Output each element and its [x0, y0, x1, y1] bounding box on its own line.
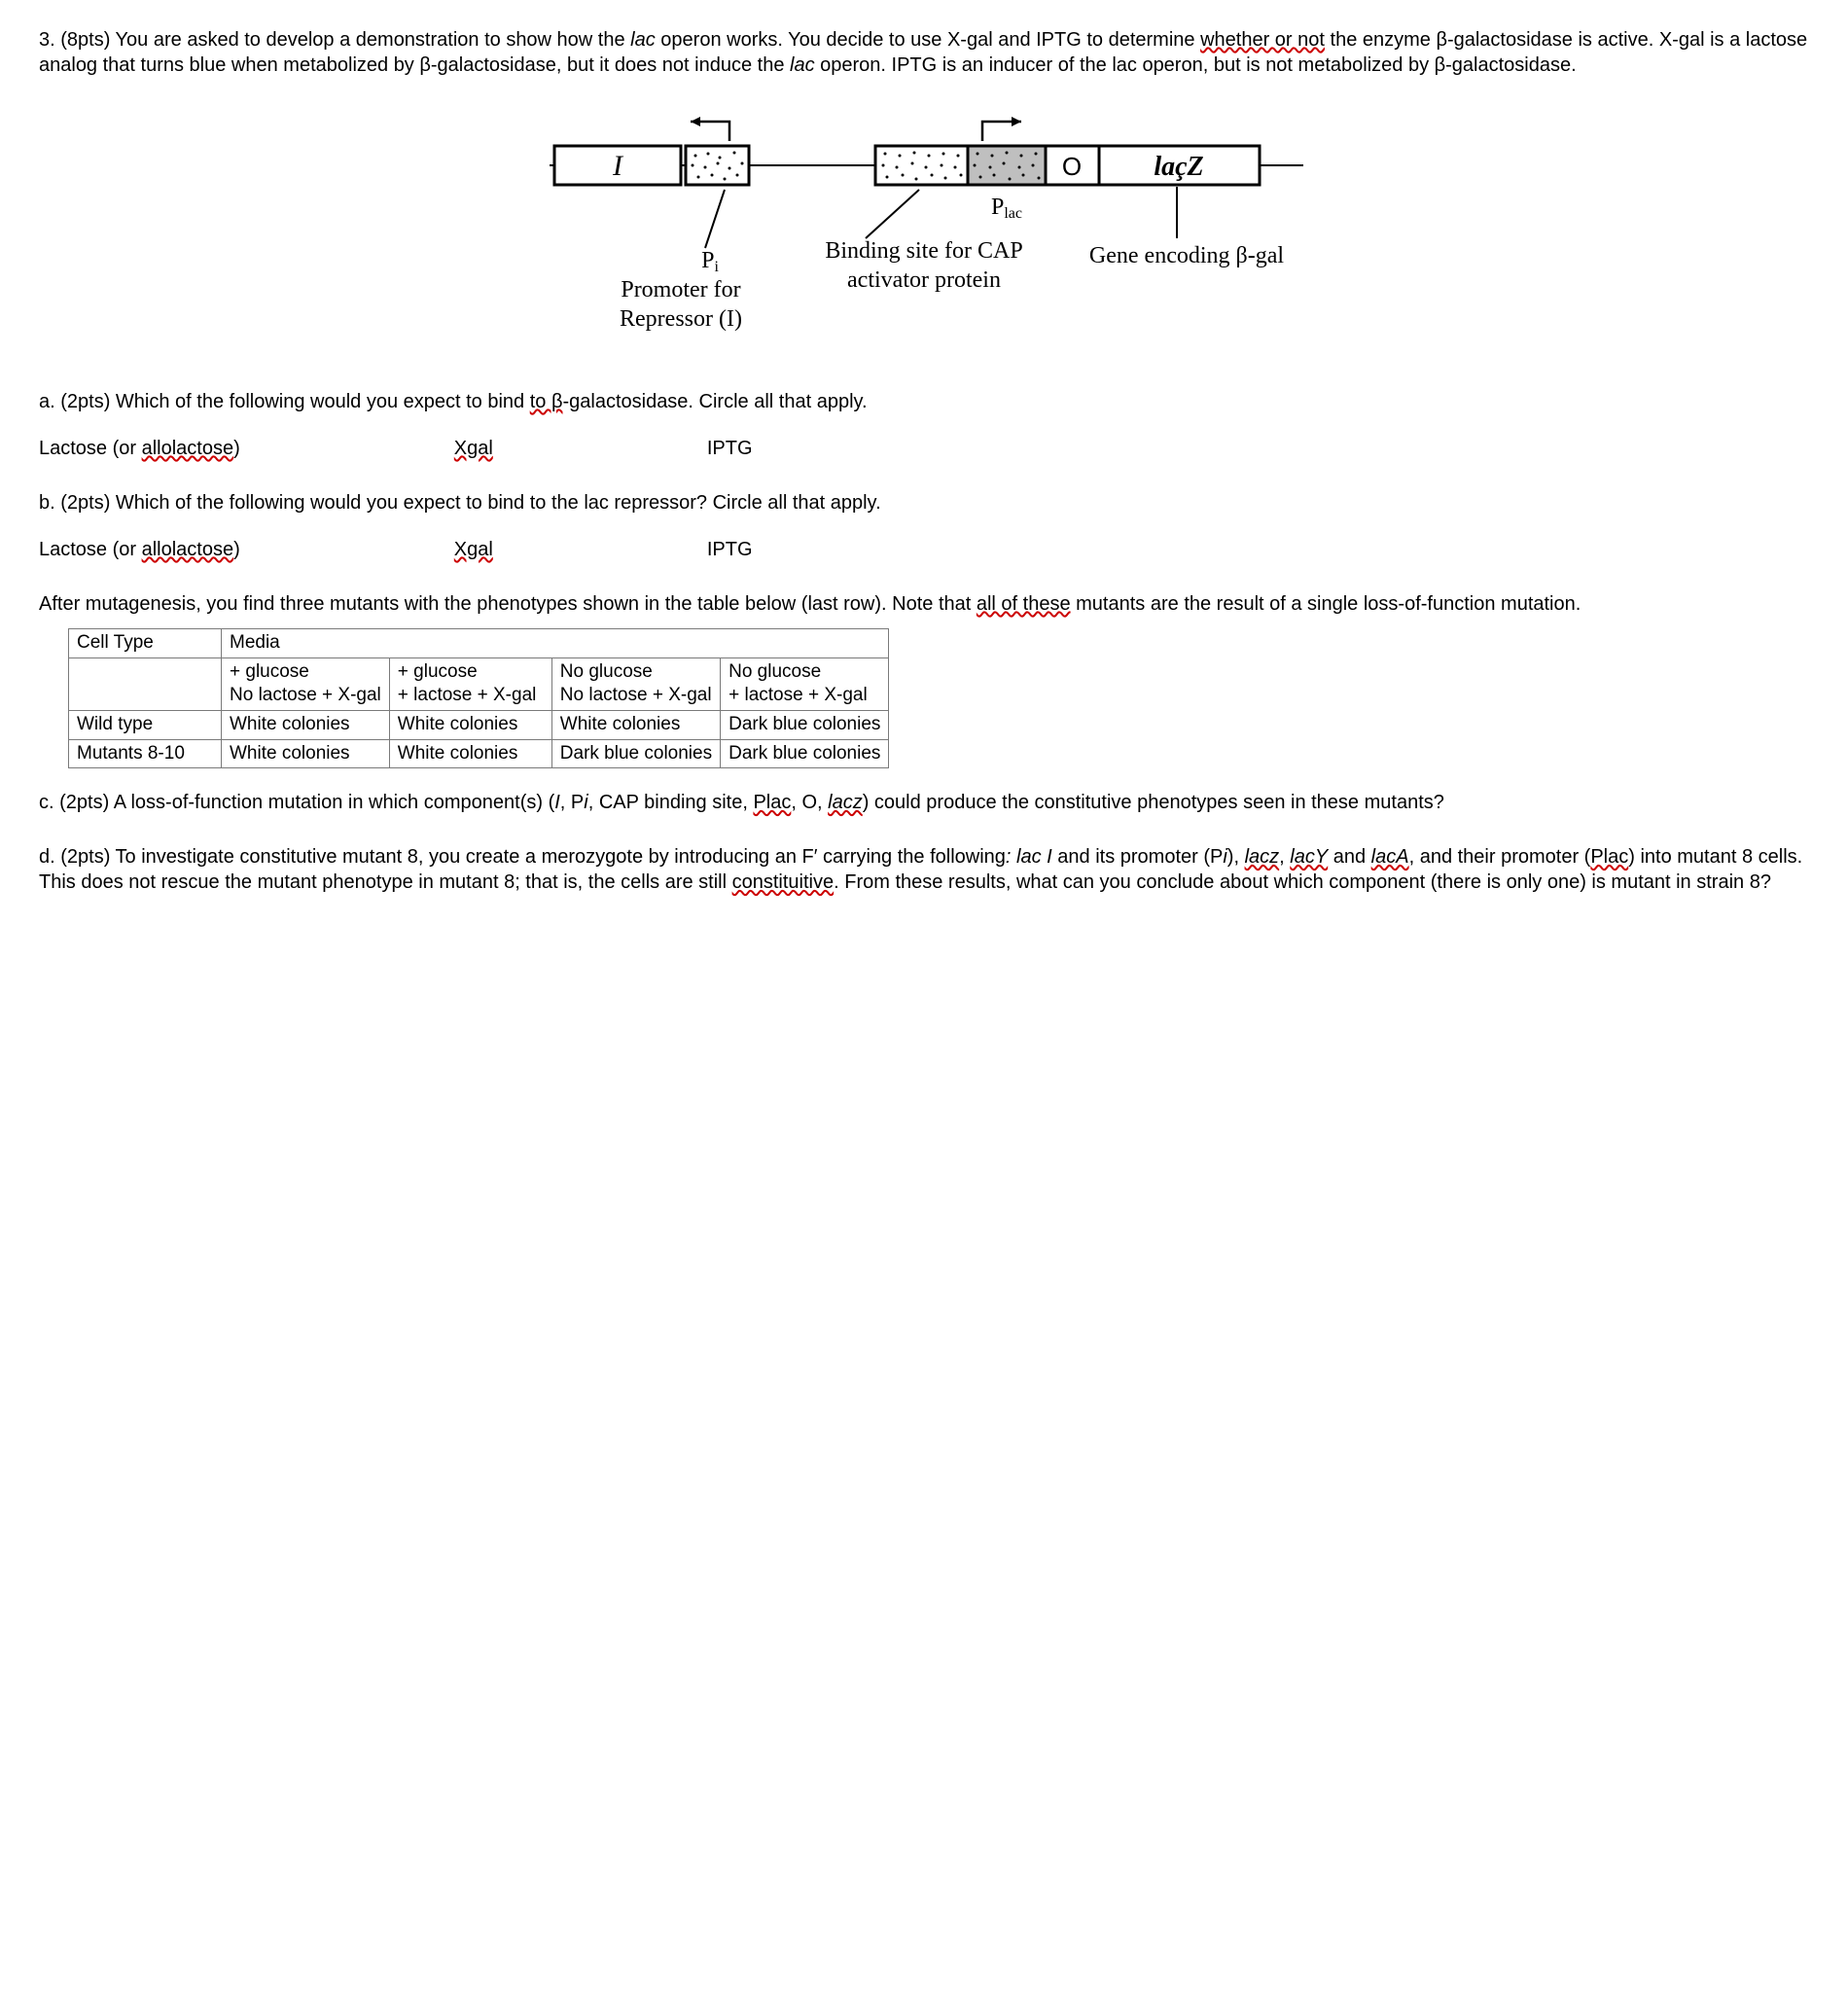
lac-italic: lac	[630, 29, 656, 51]
promoter-label-line1: Promoter for	[621, 277, 740, 302]
blank-cell	[69, 657, 222, 710]
choice-xgal-a: Xgal	[454, 436, 493, 461]
pi-label: Pi	[701, 248, 719, 275]
col4-header: No glucose+ lactose + X-gal	[721, 657, 889, 710]
lac-italic2: lac	[790, 54, 815, 76]
part-d: d. (2pts) To investigate constitutive mu…	[39, 844, 1809, 895]
col2-header: + glucose+ lactose + X-gal	[389, 657, 551, 710]
table-row: Mutants 8-10 White colonies White coloni…	[69, 739, 889, 768]
diagram-O: O	[1062, 152, 1082, 181]
part-a: a. (2pts) Which of the following would y…	[39, 389, 1809, 414]
after-mutagenesis: After mutagenesis, you find three mutant…	[39, 591, 1809, 617]
intro-text2: operon works. You decide to use X-gal an…	[656, 29, 1200, 51]
wavy-whether: whether or not	[1200, 29, 1325, 51]
choice-xgal-b: Xgal	[454, 537, 493, 562]
diagram-lacZ: laçZ	[1154, 152, 1203, 182]
part-b: b. (2pts) Which of the following would y…	[39, 490, 1809, 515]
promoter-label-line2: Repressor (I)	[620, 306, 742, 332]
th-celltype: Cell Type	[69, 629, 222, 658]
choice-lactose-a: Lactose (or allolactose)	[39, 436, 240, 461]
choice-lactose-b: Lactose (or allolactose)	[39, 537, 240, 562]
gene-label: Gene encoding β-gal	[1089, 243, 1284, 268]
th-media: Media	[222, 629, 889, 658]
plac-label: Plac	[991, 195, 1022, 222]
cap-label-line2: activator protein	[847, 267, 1001, 293]
choice-iptg-a: IPTG	[707, 436, 753, 461]
col3-header: No glucoseNo lactose + X-gal	[551, 657, 720, 710]
col1-header: + glucoseNo lactose + X-gal	[222, 657, 390, 710]
choice-iptg-b: IPTG	[707, 537, 753, 562]
intro-text: 3. (8pts) You are asked to develop a dem…	[39, 29, 630, 51]
part-c: c. (2pts) A loss-of-function mutation in…	[39, 790, 1809, 815]
phenotype-table: Cell Type Media + glucoseNo lactose + X-…	[68, 628, 889, 768]
intro-text4: operon. IPTG is an inducer of the lac op…	[815, 54, 1577, 76]
operon-svg: I O laçZ P	[535, 107, 1313, 360]
choices-b: Lactose (or allolactose) Xgal IPTG	[39, 537, 1809, 562]
choices-a: Lactose (or allolactose) Xgal IPTG	[39, 436, 1809, 461]
table-row: Wild type White colonies White colonies …	[69, 711, 889, 740]
operon-diagram: I O laçZ P	[39, 107, 1809, 360]
cap-label-line1: Binding site for CAP	[825, 238, 1022, 264]
question-intro: 3. (8pts) You are asked to develop a dem…	[39, 27, 1809, 78]
